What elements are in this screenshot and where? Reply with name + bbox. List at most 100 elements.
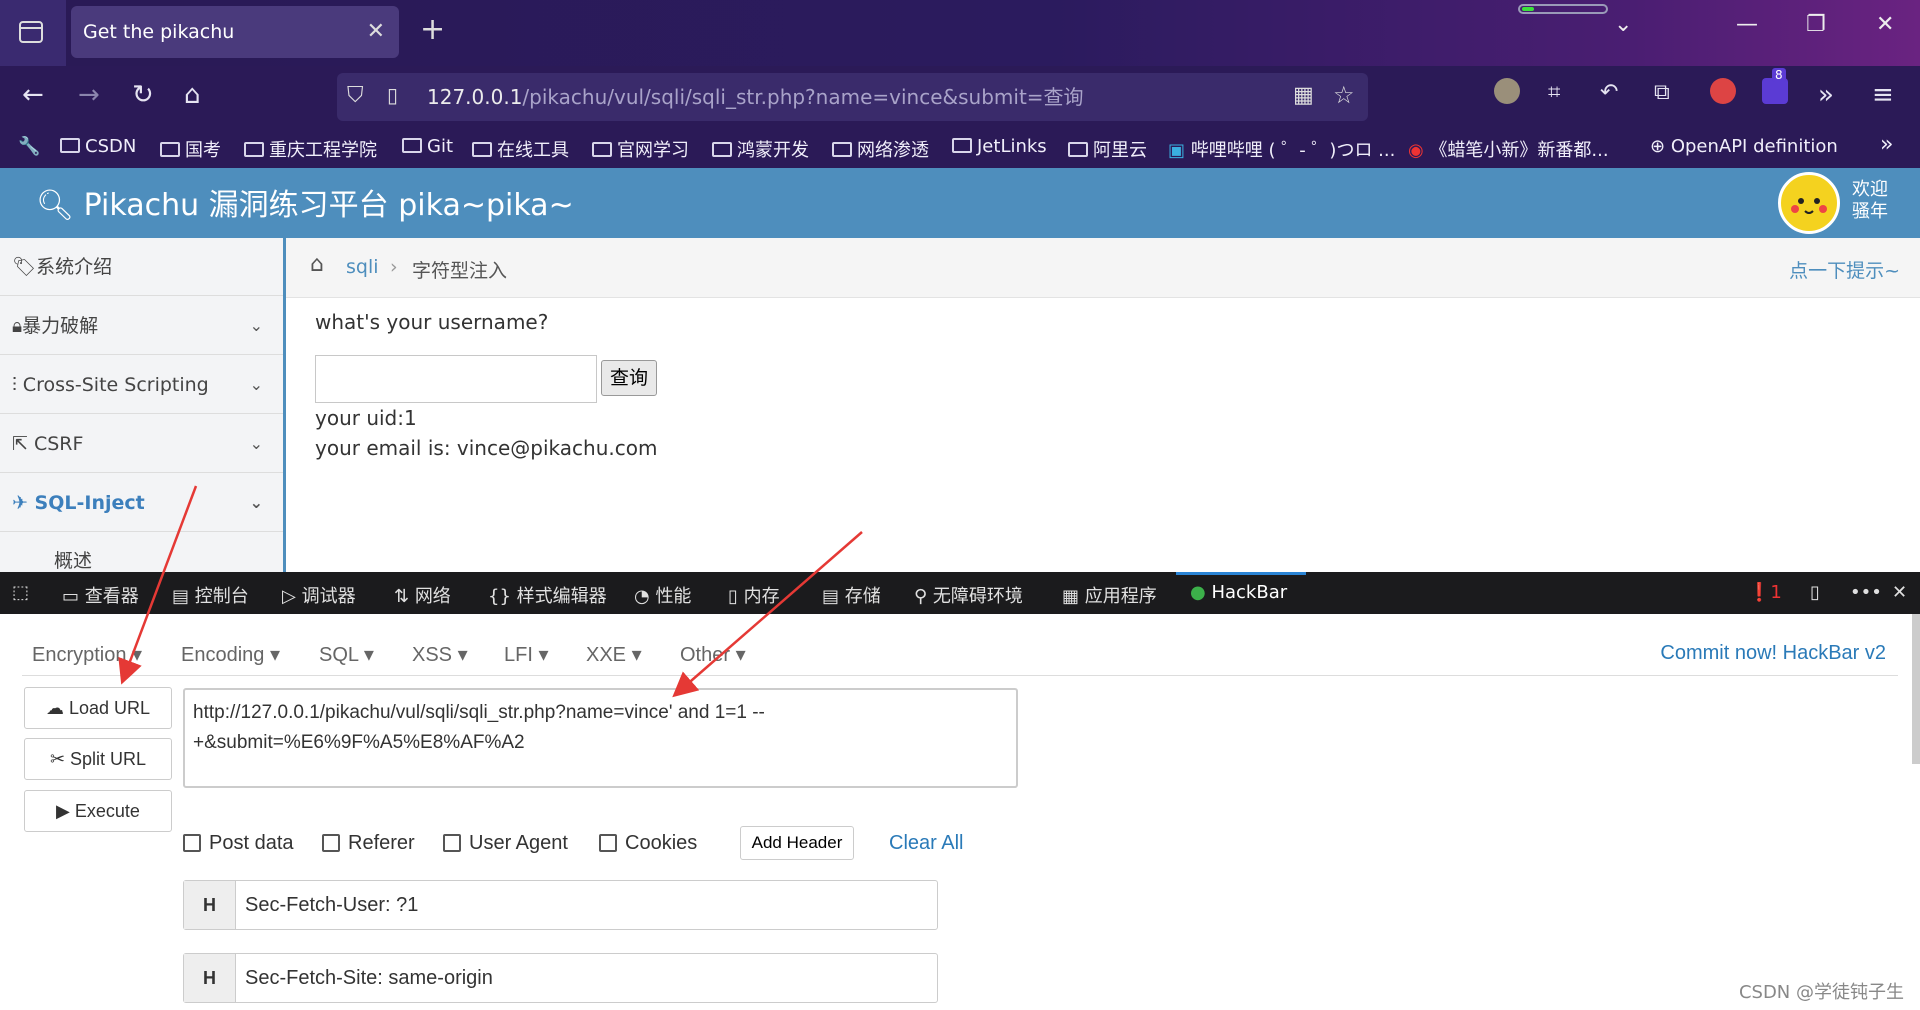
user-agent-checkbox[interactable]: User Agent [443, 832, 568, 855]
extension-avatar-icon[interactable] [1494, 78, 1520, 104]
bookmark-9[interactable]: 阿里云 [1068, 136, 1147, 162]
query-button[interactable]: 查询 [601, 360, 657, 396]
header-value[interactable]: Sec-Fetch-Site: same-origin [245, 954, 493, 1002]
responsive-mode-icon[interactable]: ▯ [1810, 582, 1820, 603]
tab-list-icon[interactable] [0, 0, 66, 66]
bookmark-0[interactable]: CSDN [60, 136, 136, 157]
forward-icon[interactable]: → [78, 80, 100, 110]
post-data-checkbox[interactable]: Post data [183, 832, 294, 855]
hackbar-menu: Encryption ▾ Encoding ▾ SQL ▾ XSS ▾ LFI … [22, 624, 1898, 676]
devtab-application[interactable]: ▦ 应用程序 [1062, 582, 1157, 608]
devtab-console[interactable]: ▤ 控制台 [172, 582, 249, 608]
close-tab-icon[interactable]: ✕ [367, 6, 385, 58]
folder-icon [592, 142, 612, 157]
sidebar-item-sqli[interactable]: ✈ SQL-Inject ⌄ [0, 474, 283, 532]
bookmark-12[interactable]: ⊕ OpenAPI definition [1650, 136, 1838, 157]
home-icon[interactable]: ⌂ [184, 80, 201, 110]
bookmark-8[interactable]: JetLinks [952, 136, 1047, 157]
shield-icon[interactable]: ⛉ [347, 83, 364, 108]
new-tab-icon[interactable]: + [420, 12, 445, 47]
bookmark-2[interactable]: 重庆工程学院 [244, 136, 377, 162]
menu-encoding[interactable]: Encoding ▾ [181, 642, 280, 667]
hint-link[interactable]: 点一下提示~ [1789, 256, 1900, 283]
crop-icon[interactable]: ⌗ [1548, 80, 1560, 105]
extensions-icon[interactable]: ⧉ [1654, 80, 1670, 105]
home-icon[interactable]: ⌂ [310, 252, 324, 277]
bookmark-1[interactable]: 国考 [160, 136, 221, 162]
extension-purple-icon[interactable]: 8 [1762, 68, 1788, 104]
sidebar-item-intro[interactable]: 🏷︎系统介绍 [0, 238, 283, 296]
folder-icon [472, 142, 492, 157]
folder-icon [952, 138, 972, 153]
header-row[interactable]: H Sec-Fetch-Site: same-origin [183, 953, 938, 1003]
site-logo[interactable]: 🔍︎ Pikachu 漏洞练习平台 pika~pika~ [36, 180, 574, 224]
sidebar-item-xss[interactable]: ⫶ Cross-Site Scripting ⌄ [0, 356, 283, 414]
devtab-network[interactable]: ⇅ 网络 [394, 582, 451, 608]
undo-icon[interactable]: ↶ [1600, 80, 1618, 105]
devtab-accessibility[interactable]: ⚲ 无障碍环境 [914, 582, 1023, 608]
bookmark-star-icon[interactable]: ☆ [1333, 81, 1355, 109]
devtab-debugger[interactable]: ▷ 调试器 [282, 582, 356, 608]
scrollbar[interactable] [1912, 614, 1920, 764]
devtab-memory[interactable]: ▯ 内存 [728, 582, 780, 608]
load-url-button[interactable]: ☁ Load URL [24, 687, 172, 729]
clear-all-link[interactable]: Clear All [889, 832, 963, 855]
url-text: 127.0.0.1/pikachu/vul/sqli/sqli_str.php?… [427, 85, 1084, 109]
sidebar-item-csrf[interactable]: ⇱ CSRF ⌄ [0, 415, 283, 473]
element-picker-icon[interactable]: ⬚ [12, 582, 29, 603]
bookmark-10[interactable]: ▣ 哔哩哔哩 ( ゜- ゜)つロ ... [1168, 136, 1395, 162]
app-menu-icon[interactable]: ≡ [1872, 80, 1894, 110]
bookmark-3[interactable]: Git [402, 136, 453, 157]
back-icon[interactable]: ← [22, 80, 44, 110]
devtab-hackbar[interactable]: ● HackBar [1190, 582, 1287, 603]
add-header-button[interactable]: Add Header [740, 826, 854, 860]
pikachu-face-icon [1791, 198, 1827, 214]
error-counter[interactable]: ❗1 [1748, 582, 1782, 603]
bookmark-5[interactable]: 官网学习 [592, 136, 689, 162]
extension-red-icon[interactable] [1710, 78, 1736, 104]
menu-xss[interactable]: XSS ▾ [412, 642, 468, 667]
pikachu-avatar[interactable] [1778, 172, 1840, 234]
devtab-performance[interactable]: ◔ 性能 [634, 582, 691, 608]
devtab-storage[interactable]: ▤ 存储 [822, 582, 881, 608]
commit-link[interactable]: Commit now! HackBar v2 [1660, 642, 1886, 665]
devtab-inspector[interactable]: ▭ 查看器 [62, 582, 139, 608]
url-textarea[interactable]: http://127.0.0.1/pikachu/vul/sqli/sqli_s… [183, 688, 1018, 788]
bookmarks-overflow-icon[interactable]: » [1880, 132, 1893, 157]
wrench-icon[interactable]: 🔧 [18, 136, 40, 157]
menu-encryption[interactable]: Encryption ▾ [32, 642, 142, 667]
split-url-button[interactable]: ✂ Split URL [24, 738, 172, 780]
breadcrumb: ⌂ sqli › 字符型注入 点一下提示~ [286, 238, 1920, 298]
more-options-icon[interactable]: ••• [1850, 582, 1882, 603]
breadcrumb-sqli[interactable]: sqli [346, 256, 379, 278]
sidebar-item-bruteforce[interactable]: 🔒︎暴力破解 ⌄ [0, 297, 283, 355]
bookmark-7[interactable]: 网络渗透 [832, 136, 929, 162]
menu-other[interactable]: Other ▾ [680, 642, 746, 667]
reload-icon[interactable]: ↻ [132, 80, 154, 110]
bookmark-11[interactable]: ◉ 《蜡笔小新》新番都... [1408, 136, 1609, 162]
chevron-down-icon: ⌄ [249, 375, 263, 394]
menu-lfi[interactable]: LFI ▾ [504, 642, 549, 667]
cookies-checkbox[interactable]: Cookies [599, 832, 697, 855]
username-input[interactable] [315, 355, 597, 403]
header-row[interactable]: H Sec-Fetch-User: ?1 [183, 880, 938, 930]
bookmark-4[interactable]: 在线工具 [472, 136, 569, 162]
address-bar[interactable]: ⛉ ▯ 127.0.0.1/pikachu/vul/sqli/sqli_str.… [337, 73, 1368, 121]
tab-overflow-chevron-icon[interactable]: ⌄ [1614, 12, 1632, 37]
close-devtools-icon[interactable]: ✕ [1892, 582, 1907, 603]
menu-sql[interactable]: SQL ▾ [319, 642, 374, 667]
more-tools-icon[interactable]: » [1818, 80, 1834, 110]
close-window-icon[interactable]: ✕ [1876, 12, 1894, 37]
bookmark-6[interactable]: 鸿蒙开发 [712, 136, 809, 162]
minimize-icon[interactable]: — [1736, 12, 1758, 37]
folder-icon [402, 138, 422, 153]
active-tab[interactable]: Get the pikachu ✕ [71, 6, 399, 58]
restore-icon[interactable]: ❐ [1806, 12, 1826, 37]
menu-xxe[interactable]: XXE ▾ [586, 642, 642, 667]
header-value[interactable]: Sec-Fetch-User: ?1 [245, 881, 418, 929]
qr-code-icon[interactable]: ▦ [1293, 83, 1314, 108]
execute-button[interactable]: ▶ Execute [24, 790, 172, 832]
devtools-toolbar: ⬚ ▭ 查看器 ▤ 控制台 ▷ 调试器 ⇅ 网络 {} 样式编辑器 ◔ 性能 ▯… [0, 572, 1920, 614]
referer-checkbox[interactable]: Referer [322, 832, 415, 855]
devtab-style-editor[interactable]: {} 样式编辑器 [488, 582, 607, 608]
